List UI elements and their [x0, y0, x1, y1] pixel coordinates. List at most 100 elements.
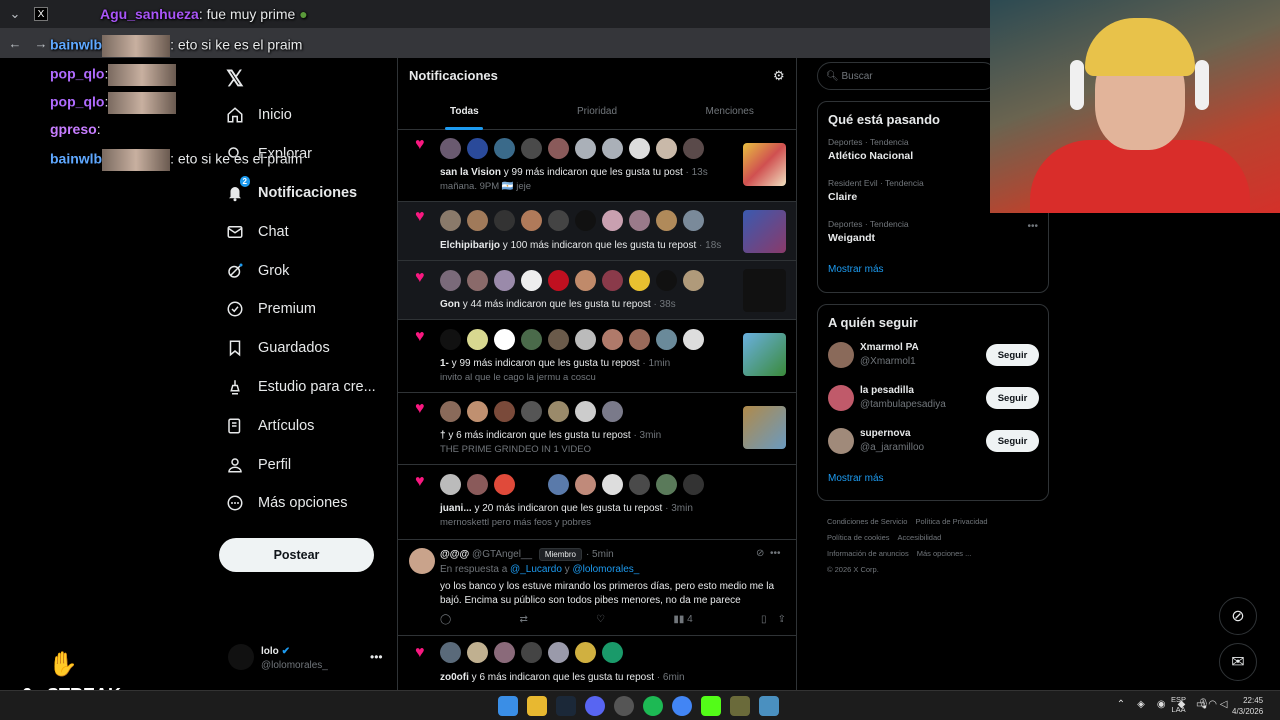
sidebar-item-inicio[interactable]: Inicio: [224, 96, 376, 135]
avatar[interactable]: [440, 329, 461, 350]
avatar[interactable]: [440, 401, 461, 422]
avatar[interactable]: [521, 401, 542, 422]
tab-prioridad[interactable]: Prioridad: [531, 94, 664, 129]
avatar[interactable]: [629, 138, 650, 159]
follow-button[interactable]: Seguir: [986, 344, 1039, 366]
avatar[interactable]: [828, 385, 854, 411]
file-explorer-icon[interactable]: [527, 696, 547, 716]
notification-item[interactable]: ♥ 1- y 99 más indicaron que les gusta tu…: [398, 320, 796, 393]
footer-link[interactable]: Más opciones ...: [917, 549, 972, 558]
avatar[interactable]: [575, 210, 596, 231]
x-logo[interactable]: 𝕏: [226, 66, 244, 92]
avatar[interactable]: [602, 474, 623, 495]
post-thumbnail[interactable]: [743, 333, 786, 376]
footer-link[interactable]: Política de cookies: [827, 533, 890, 542]
clock[interactable]: 22:45 4/3/2026: [1232, 695, 1263, 717]
avatar[interactable]: [656, 329, 677, 350]
post-button[interactable]: Postear: [219, 538, 374, 572]
notification-item[interactable]: ♥ zo0ofi y 6 más indicaron que les gusta…: [398, 636, 796, 690]
avatar[interactable]: [656, 210, 677, 231]
avatar[interactable]: [548, 329, 569, 350]
avatar[interactable]: [494, 401, 515, 422]
follow-button[interactable]: Seguir: [986, 387, 1039, 409]
post-thumbnail[interactable]: [743, 143, 786, 186]
avatar[interactable]: [467, 270, 488, 291]
back-icon[interactable]: ←: [4, 32, 26, 54]
avatar[interactable]: [440, 138, 461, 159]
avatar[interactable]: [521, 138, 542, 159]
sidebar-item-articulos[interactable]: Artículos: [224, 406, 376, 445]
sidebar-item-estudio[interactable]: Estudio para cre...: [224, 368, 376, 407]
show-more-link[interactable]: Mostrar más: [818, 254, 1048, 287]
notification-item[interactable]: ♥ juani... y 20 más indicaron que les gu…: [398, 465, 796, 540]
follow-button[interactable]: Seguir: [986, 430, 1039, 452]
follow-suggestion[interactable]: la pesadilla @tambulapesadiya Seguir: [818, 377, 1048, 420]
footer-link[interactable]: Condiciones de Servicio: [827, 517, 907, 526]
avatar[interactable]: [467, 138, 488, 159]
app-icon[interactable]: [614, 696, 634, 716]
avatar[interactable]: [602, 642, 623, 663]
avatar[interactable]: [602, 210, 623, 231]
avatar[interactable]: [683, 210, 704, 231]
tab-list-icon[interactable]: ⌄: [4, 3, 26, 25]
avatar[interactable]: [548, 642, 569, 663]
bookmark-icon[interactable]: ▯ ⇪: [761, 614, 786, 625]
tab-menciones[interactable]: Menciones: [663, 94, 796, 129]
avatar[interactable]: [440, 270, 461, 291]
tray-app-icon[interactable]: ◈: [1137, 699, 1145, 710]
x-favicon-icon[interactable]: X: [34, 7, 48, 21]
tray-app-icon[interactable]: ◉: [1157, 699, 1166, 710]
avatar[interactable]: [494, 642, 515, 663]
avatar[interactable]: [494, 210, 515, 231]
avatar[interactable]: [629, 329, 650, 350]
steam-icon[interactable]: [556, 696, 576, 716]
tab-todas[interactable]: Todas: [398, 94, 531, 129]
avatar[interactable]: [467, 474, 488, 495]
avatar[interactable]: [656, 138, 677, 159]
avatar[interactable]: [548, 210, 569, 231]
avatar[interactable]: [467, 329, 488, 350]
chevron-up-icon[interactable]: ⌃: [1117, 699, 1125, 710]
avatar[interactable]: [575, 329, 596, 350]
avatar[interactable]: [494, 474, 515, 495]
avatar[interactable]: [409, 548, 435, 574]
avatar[interactable]: [440, 474, 461, 495]
avatar[interactable]: [521, 474, 542, 495]
account-switcher[interactable]: lolo ✔ @lolomorales_ •••: [228, 644, 388, 674]
follow-suggestion[interactable]: Xmarmol PA @Xmarmol1 Seguir: [818, 334, 1048, 377]
sidebar-item-chat[interactable]: Chat: [224, 212, 376, 251]
spotify-icon[interactable]: [643, 696, 663, 716]
app-icon[interactable]: [730, 696, 750, 716]
avatar[interactable]: [602, 329, 623, 350]
sidebar-item-premium[interactable]: Premium: [224, 290, 376, 329]
avatar[interactable]: [521, 210, 542, 231]
chrome-icon[interactable]: [672, 696, 692, 716]
settings-gear-icon[interactable]: ⚙: [773, 68, 785, 84]
avatar[interactable]: [494, 329, 515, 350]
avatar[interactable]: [494, 270, 515, 291]
more-dots-icon[interactable]: •••: [1027, 221, 1038, 232]
more-dots-icon[interactable]: •••: [770, 548, 781, 559]
post-thumbnail[interactable]: [743, 269, 786, 312]
post-thumbnail[interactable]: [743, 406, 786, 449]
avatar[interactable]: [629, 210, 650, 231]
avatar[interactable]: [467, 401, 488, 422]
avatar[interactable]: [683, 138, 704, 159]
avatar[interactable]: [494, 138, 515, 159]
avatar[interactable]: [683, 270, 704, 291]
windows-start-icon[interactable]: [498, 696, 518, 716]
avatar[interactable]: [548, 270, 569, 291]
avatar[interactable]: [656, 474, 677, 495]
avatar[interactable]: [440, 210, 461, 231]
reply-icon[interactable]: ◯: [440, 614, 451, 625]
reply-post[interactable]: @@@ @GTAngel__ Miembro · 5min ⊘ ••• En re…: [398, 540, 796, 636]
avatar[interactable]: [602, 401, 623, 422]
kick-icon[interactable]: [701, 696, 721, 716]
footer-link[interactable]: Política de Privacidad: [915, 517, 987, 526]
footer-link[interactable]: Información de anuncios: [827, 549, 909, 558]
avatar[interactable]: [575, 401, 596, 422]
avatar[interactable]: [656, 270, 677, 291]
mention-link[interactable]: @lolomorales_: [572, 564, 639, 575]
avatar[interactable]: [629, 474, 650, 495]
avatar[interactable]: [521, 642, 542, 663]
